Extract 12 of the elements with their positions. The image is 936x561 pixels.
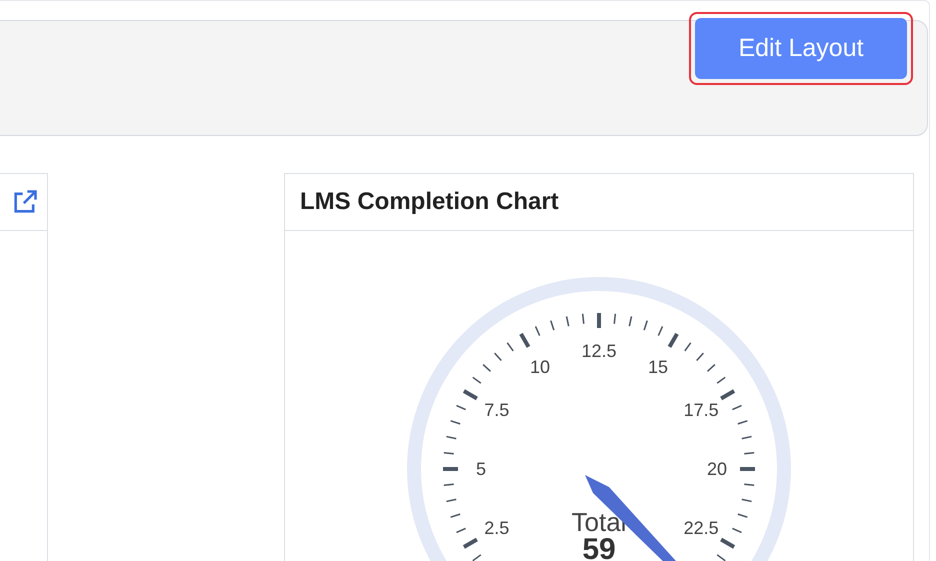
scale-label: 2.5: [484, 518, 510, 538]
edit-layout-button[interactable]: Edit Layout: [695, 18, 907, 79]
card-title: LMS Completion Chart: [300, 187, 559, 217]
scale-label: 22.5: [684, 518, 719, 538]
scale-label: 15: [648, 356, 668, 377]
scale-label: 17.5: [684, 400, 719, 420]
scale-label: 20: [706, 459, 728, 479]
scale-label: 5: [476, 459, 486, 479]
scale-label: 7.5: [484, 400, 510, 420]
scale-label: 10: [530, 356, 550, 377]
center-value: 59: [582, 533, 616, 561]
scale-label: 12.5: [581, 341, 617, 361]
